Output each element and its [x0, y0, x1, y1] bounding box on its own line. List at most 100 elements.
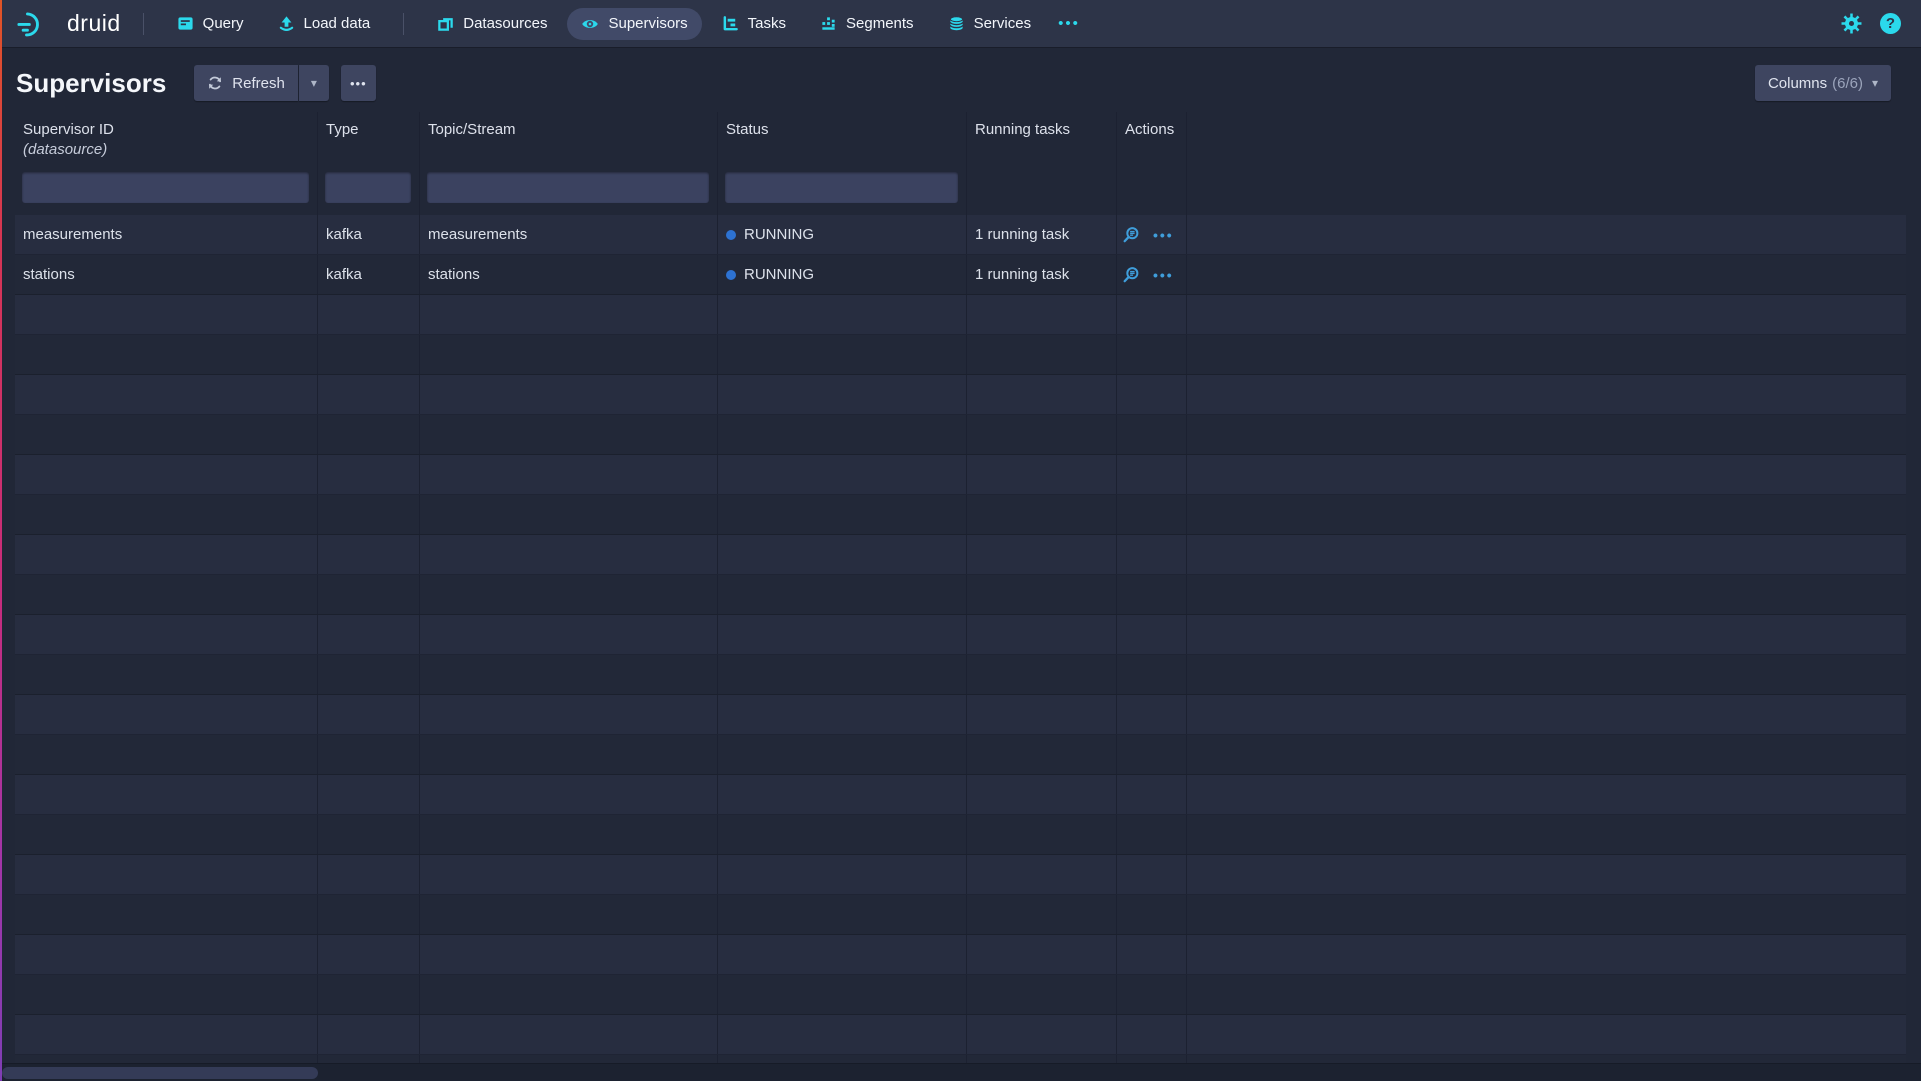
nav-item-label: Query: [203, 15, 244, 32]
topic-stream-cell: stations: [420, 255, 718, 294]
nav-item-tasks[interactable]: Tasks: [708, 8, 800, 39]
filter-input-status[interactable]: [725, 172, 958, 203]
header-filler: [1187, 112, 1906, 165]
nav-more-button[interactable]: •••: [1048, 8, 1090, 39]
empty-row: [15, 535, 1906, 575]
empty-row: [15, 695, 1906, 735]
status-label: RUNNING: [744, 226, 814, 243]
running-tasks-cell: 1 running task: [967, 215, 1117, 254]
actions-cell: •••: [1117, 215, 1187, 254]
empty-row: [15, 1015, 1906, 1055]
caret-down-icon: ▾: [311, 76, 317, 90]
search-detail-icon: [1122, 226, 1140, 244]
nav-divider: [143, 13, 144, 35]
column-header-topic-stream[interactable]: Topic/Stream: [420, 112, 718, 165]
empty-row: [15, 455, 1906, 495]
row-more-actions-button[interactable]: •••: [1153, 267, 1174, 283]
column-header-subtitle: (datasource): [23, 141, 317, 158]
refresh-button[interactable]: Refresh: [194, 65, 298, 101]
empty-row: [15, 775, 1906, 815]
empty-rows-region: [15, 295, 1906, 1081]
empty-row: [15, 415, 1906, 455]
nav-item-datasources[interactable]: Datasources: [423, 8, 561, 39]
segments-icon: [820, 15, 837, 32]
table-row: stations kafka stations RUNNING 1 runnin…: [15, 255, 1906, 295]
type-cell: kafka: [318, 215, 420, 254]
nav-item-supervisors[interactable]: Supervisors: [567, 8, 701, 40]
columns-count: (6/6): [1832, 75, 1863, 92]
column-header-status[interactable]: Status: [718, 112, 967, 165]
nav-item-label: Tasks: [748, 15, 786, 32]
view-more-actions-button[interactable]: •••: [341, 65, 376, 101]
table-filter-row: [15, 165, 1906, 215]
empty-row: [15, 855, 1906, 895]
empty-row: [15, 295, 1906, 335]
empty-row: [15, 655, 1906, 695]
druid-logo[interactable]: druid: [16, 9, 121, 39]
empty-row: [15, 495, 1906, 535]
column-header-actions[interactable]: Actions: [1117, 112, 1187, 165]
nav-item-load-data[interactable]: Load data: [264, 8, 385, 39]
running-tasks-cell: 1 running task: [967, 255, 1117, 294]
empty-row: [15, 895, 1906, 935]
empty-row: [15, 335, 1906, 375]
filter-input-type[interactable]: [325, 172, 411, 203]
nav-divider: [403, 13, 404, 35]
refresh-label: Refresh: [232, 75, 285, 92]
topic-stream-cell: measurements: [420, 215, 718, 254]
load-data-icon: [278, 15, 295, 32]
horizontal-scrollbar-track[interactable]: [0, 1063, 1921, 1081]
filter-input-topic-stream[interactable]: [427, 172, 709, 203]
services-icon: [948, 15, 965, 32]
table-header-row: Supervisor ID (datasource) Type Topic/St…: [15, 112, 1906, 165]
druid-logo-icon: [16, 9, 58, 39]
status-running-dot: [726, 270, 736, 280]
empty-row: [15, 375, 1906, 415]
nav-item-services[interactable]: Services: [934, 8, 1046, 39]
page-title: Supervisors: [16, 68, 166, 99]
column-header-label: Supervisor ID: [23, 121, 317, 138]
column-header-type[interactable]: Type: [318, 112, 420, 165]
empty-row: [15, 935, 1906, 975]
ellipsis-icon: •••: [350, 76, 367, 91]
nav-item-segments[interactable]: Segments: [806, 8, 928, 39]
help-button[interactable]: ?: [1880, 13, 1901, 34]
refresh-interval-dropdown-button[interactable]: ▾: [299, 65, 329, 101]
status-cell: RUNNING: [718, 215, 967, 254]
gear-icon: [1841, 13, 1862, 34]
supervisor-id-cell: measurements: [15, 215, 318, 254]
nav-item-label: Supervisors: [608, 15, 687, 32]
column-header-running-tasks[interactable]: Running tasks: [967, 112, 1117, 165]
nav-item-label: Load data: [304, 15, 371, 32]
columns-picker-button[interactable]: Columns (6/6) ▾: [1755, 65, 1891, 101]
refresh-icon: [207, 75, 223, 91]
nav-item-label: Services: [974, 15, 1032, 32]
table-row: measurements kafka measurements RUNNING …: [15, 215, 1906, 255]
status-cell: RUNNING: [718, 255, 967, 294]
brand-wordmark: druid: [67, 10, 121, 37]
nav-item-query[interactable]: Query: [163, 8, 258, 39]
supervisors-icon: [581, 15, 599, 33]
datasources-icon: [437, 15, 454, 32]
type-cell: kafka: [318, 255, 420, 294]
settings-gear-button[interactable]: [1841, 13, 1862, 34]
refresh-button-group: Refresh ▾: [194, 65, 329, 101]
empty-row: [15, 615, 1906, 655]
filter-input-supervisor-id[interactable]: [22, 172, 309, 203]
query-icon: [177, 15, 194, 32]
empty-row: [15, 815, 1906, 855]
actions-cell: •••: [1117, 255, 1187, 294]
column-header-supervisor-id[interactable]: Supervisor ID (datasource): [15, 112, 318, 165]
status-running-dot: [726, 230, 736, 240]
inspect-supervisor-button[interactable]: [1122, 266, 1140, 284]
horizontal-scrollbar-thumb[interactable]: [2, 1067, 318, 1079]
inspect-supervisor-button[interactable]: [1122, 226, 1140, 244]
nav-item-label: Datasources: [463, 15, 547, 32]
supervisors-table: Supervisor ID (datasource) Type Topic/St…: [15, 112, 1906, 1081]
caret-down-icon: ▾: [1872, 76, 1878, 90]
view-toolbar: Supervisors Refresh ▾ ••• Columns (6/6) …: [0, 48, 1921, 106]
columns-label: Columns: [1768, 75, 1827, 92]
top-navbar: druid Query Load data Datasources Supe: [0, 0, 1921, 48]
row-more-actions-button[interactable]: •••: [1153, 227, 1174, 243]
help-icon: ?: [1886, 15, 1895, 32]
